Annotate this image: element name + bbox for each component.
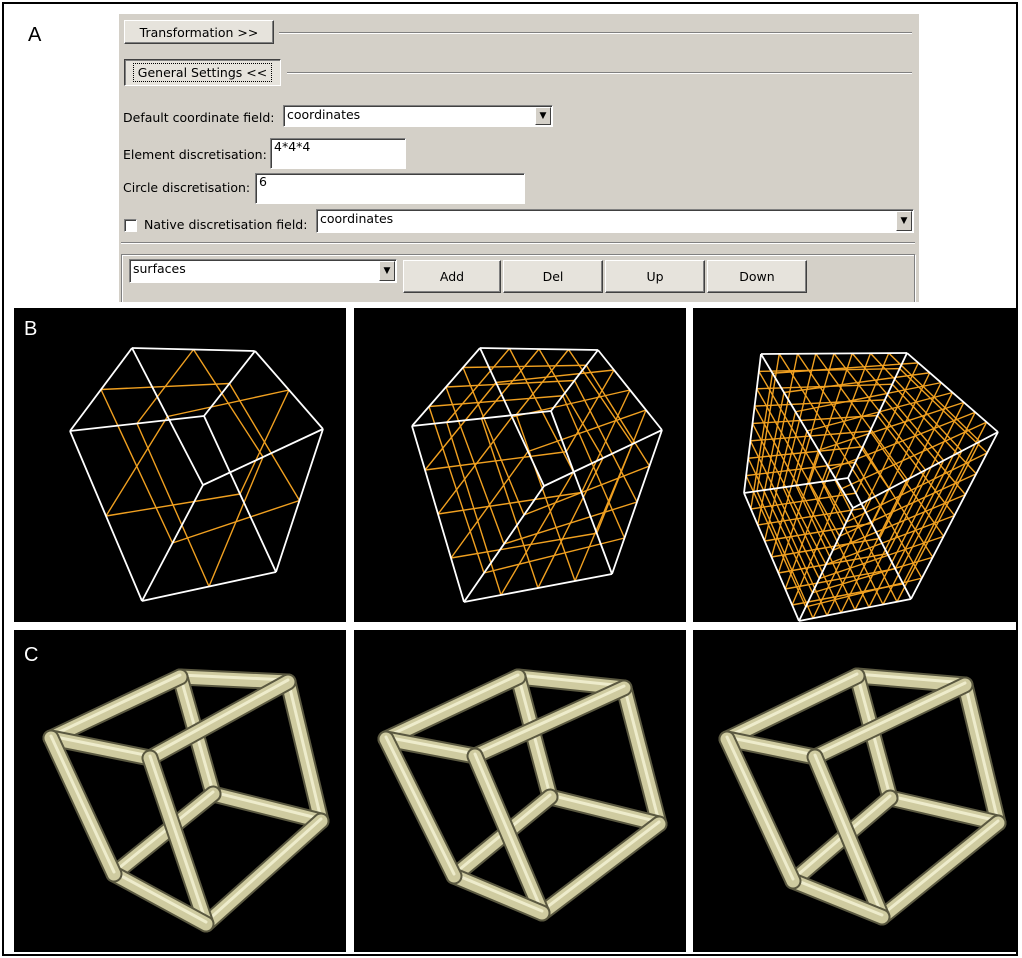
graphics-type-select[interactable]: surfaces ▼ — [129, 259, 397, 283]
discretisation-line — [886, 402, 965, 554]
tube-highlight — [473, 684, 626, 756]
tube-edge — [883, 791, 1005, 830]
circle-discretisation-label: Circle discretisation: — [123, 180, 251, 195]
discretisation-line — [574, 443, 634, 582]
tube-highlight — [148, 678, 290, 758]
tube-highlight — [540, 820, 661, 913]
panel-label-a: A — [28, 24, 42, 46]
discretisation-line — [821, 481, 884, 605]
cylinder-view-medium — [354, 630, 686, 952]
cube-edge — [202, 428, 324, 486]
cube-edge — [69, 430, 143, 602]
tube-highlight — [384, 673, 520, 739]
tube-edge — [44, 670, 187, 745]
up-button[interactable]: Up — [605, 260, 705, 293]
cube-edge — [611, 429, 663, 575]
cylinder-view-coarse — [14, 630, 346, 952]
cube-edge — [463, 573, 613, 603]
transformation-button[interactable]: Transformation >> — [124, 20, 274, 44]
wireframe-view-coarse — [14, 308, 346, 622]
default-coordinate-field-select[interactable]: coordinates ▼ — [283, 105, 553, 127]
general-settings-panel: Transformation >> General Settings << De… — [118, 14, 919, 302]
delete-button-label: Del — [542, 269, 564, 284]
cube-edge — [597, 349, 663, 431]
tube-highlight — [622, 684, 661, 824]
tube-edge — [468, 681, 631, 763]
tube-highlight — [963, 681, 1000, 823]
general-settings-button[interactable]: General Settings << — [124, 59, 281, 86]
panel-label-b: B — [24, 318, 38, 340]
tube-highlight — [286, 678, 323, 821]
default-coordinate-field-value: coordinates — [287, 107, 361, 122]
discretisation-line — [894, 411, 976, 570]
tube-highlight — [880, 819, 1000, 917]
chevron-down-icon[interactable]: ▼ — [896, 211, 912, 231]
cube-edge — [254, 350, 324, 430]
element-discretisation-value: 4*4*4 — [274, 139, 311, 154]
discretisation-line — [167, 389, 290, 418]
add-button[interactable]: Add — [403, 260, 501, 293]
cube-edge — [141, 571, 277, 602]
circle-discretisation-value: 6 — [259, 174, 267, 189]
tube-edge — [808, 678, 972, 764]
general-settings-separator — [287, 72, 912, 74]
general-settings-button-label: General Settings << — [132, 63, 273, 82]
native-discretisation-field-value: coordinates — [320, 211, 394, 226]
panel-label-c: C — [24, 644, 39, 666]
discretisation-line — [100, 382, 230, 391]
element-discretisation-label: Element discretisation: — [123, 147, 267, 162]
native-discretisation-field-select[interactable]: coordinates ▼ — [316, 209, 914, 233]
discretisation-line — [239, 389, 290, 495]
cylinder-view-fine — [693, 630, 1018, 952]
native-discretisation-label: Native discretisation field: — [144, 217, 308, 232]
graphics-type-value: surfaces — [133, 261, 186, 276]
list-separator — [121, 242, 915, 244]
discretisation-line — [105, 416, 169, 517]
up-button-label: Up — [646, 269, 664, 284]
down-button[interactable]: Down — [707, 260, 807, 293]
add-button-label: Add — [439, 269, 465, 284]
cube-edge — [743, 477, 849, 494]
chevron-down-icon[interactable]: ▼ — [379, 261, 395, 281]
tube-edge — [535, 817, 666, 920]
discretisation-line — [834, 352, 890, 481]
chevron-down-icon[interactable]: ▼ — [535, 107, 551, 125]
transformation-separator — [279, 32, 912, 34]
tube-highlight — [725, 672, 859, 739]
tube-edge — [206, 787, 328, 828]
cube-edge — [910, 431, 999, 600]
discretisation-line — [462, 367, 525, 516]
cube-edge — [760, 352, 908, 355]
wireframe-view-fine — [693, 308, 1018, 622]
native-discretisation-checkbox[interactable] — [124, 219, 137, 232]
element-discretisation-input[interactable]: 4*4*4 — [270, 138, 406, 169]
cube-edge — [69, 415, 205, 432]
tube-edge — [720, 669, 864, 746]
wireframe-view-medium — [354, 308, 686, 622]
cube-edge — [798, 598, 912, 622]
cube-edge — [69, 347, 133, 432]
discretisation-line — [515, 349, 570, 416]
tube-highlight — [49, 673, 182, 738]
tube-edge — [379, 670, 525, 746]
tube-edge — [543, 790, 666, 831]
discretisation-line — [450, 532, 597, 559]
tube-highlight — [204, 817, 323, 924]
tube-edge — [875, 816, 1005, 924]
cube-edge — [275, 428, 324, 573]
transformation-button-label: Transformation >> — [139, 24, 259, 40]
circle-discretisation-input[interactable]: 6 — [255, 173, 525, 204]
discretisation-line — [105, 493, 241, 517]
delete-button[interactable]: Del — [503, 260, 603, 293]
cube-edge — [479, 347, 599, 351]
tube-edge — [143, 675, 295, 765]
down-button-label: Down — [739, 269, 775, 284]
discretisation-line — [450, 451, 529, 559]
default-coordinate-field-label: Default coordinate field: — [123, 110, 275, 125]
